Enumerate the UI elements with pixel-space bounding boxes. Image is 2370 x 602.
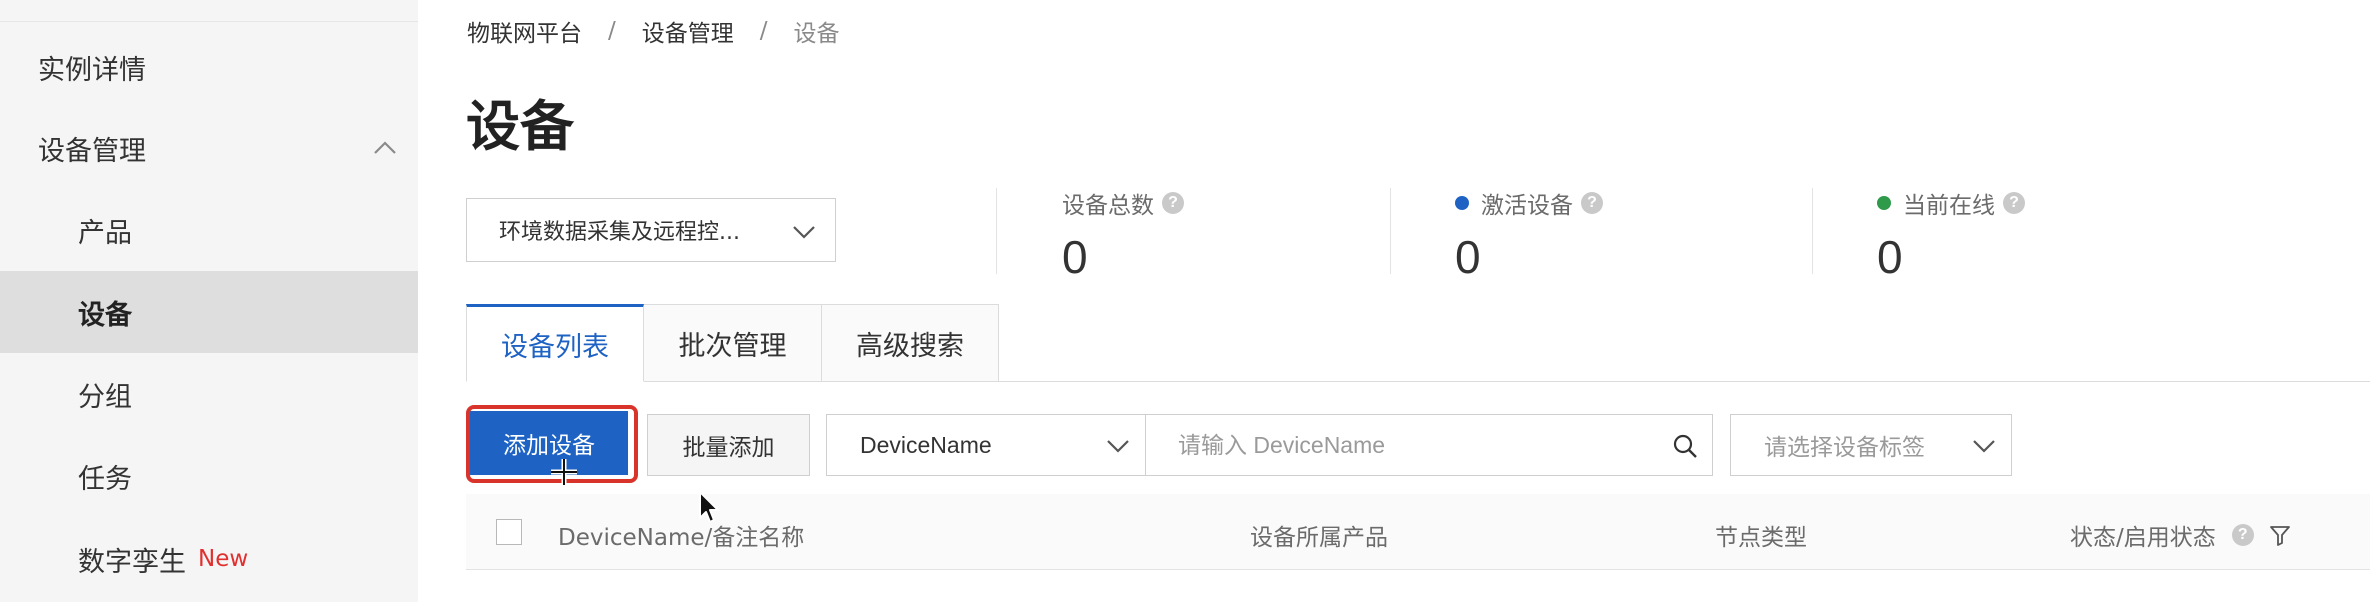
column-header-node-type: 节点类型 [1715,525,1807,551]
stat-online-devices: 当前在线 ? 0 [1877,186,2025,284]
new-badge: New [198,546,249,572]
sidebar-item-label: 实例详情 [38,54,146,86]
table-header: DeviceName/备注名称 设备所属产品 节点类型 状态/启用状态 ? [466,494,2370,570]
stat-activated-devices: 激活设备 ? 0 [1455,186,1603,284]
stat-total-devices: 设备总数 ? 0 [1062,186,1184,284]
stat-label: 设备总数 [1062,193,1154,219]
chevron-down-icon [793,226,815,239]
sidebar-top-divider [0,0,418,22]
stat-divider [996,188,997,274]
help-icon[interactable]: ? [1581,192,1603,214]
breadcrumb: 物联网平台 / 设备管理 / 设备 [467,14,840,48]
product-select-value: 环境数据采集及远程控... [499,220,740,245]
chevron-down-icon [1107,440,1129,453]
stat-label: 当前在线 [1903,193,1995,219]
batch-add-button[interactable]: 批量添加 [647,414,810,476]
sidebar-item-label: 设备 [78,299,132,331]
breadcrumb-separator: / [759,18,768,44]
tag-select-placeholder: 请选择设备标签 [1764,435,1925,461]
sidebar-item-groups[interactable]: 分组 [0,353,418,435]
tab-batch-management[interactable]: 批次管理 [644,304,822,382]
breadcrumb-item-device-management[interactable]: 设备管理 [642,14,734,48]
help-icon[interactable]: ? [1162,192,1184,214]
sidebar: 实例详情 设备管理 产品 设备 分组 任务 数字孪生 New [0,0,418,602]
arrow-cursor-icon [699,491,719,523]
sidebar-item-instance-details[interactable]: 实例详情 [0,26,418,108]
search-field-value: DeviceName [860,431,992,458]
search-box [1145,414,1713,476]
breadcrumb-item-iot-platform[interactable]: 物联网平台 [467,14,582,48]
chevron-down-icon [1973,440,1995,453]
tab-advanced-search[interactable]: 高级搜索 [822,304,999,382]
column-header-status: 状态/启用状态 ? [2070,518,2292,552]
tabs: 设备列表 批次管理 高级搜索 [466,304,999,382]
sidebar-item-label: 分组 [78,381,132,413]
help-icon[interactable]: ? [2003,192,2025,214]
crosshair-cursor-icon [551,459,577,485]
search-input[interactable] [1146,415,1646,475]
stat-value: 0 [1455,231,1481,283]
status-dot-icon [1877,196,1891,210]
stat-label: 激活设备 [1481,193,1573,219]
search-icon[interactable] [1672,433,1698,459]
device-tag-select[interactable]: 请选择设备标签 [1730,414,2012,476]
sidebar-item-device-management[interactable]: 设备管理 [0,107,418,189]
filter-icon[interactable] [2268,523,2292,547]
sidebar-item-tasks[interactable]: 任务 [0,435,418,517]
stat-divider [1812,188,1813,274]
stat-value: 0 [1062,231,1088,283]
product-select[interactable]: 环境数据采集及远程控... [466,198,836,262]
sidebar-item-digital-twin[interactable]: 数字孪生 New [0,518,418,600]
column-header-label: 状态/启用状态 [2070,525,2216,551]
stat-value: 0 [1877,231,1903,283]
search-field-select[interactable]: DeviceName [826,414,1146,476]
status-dot-icon [1455,196,1469,210]
chevron-up-icon[interactable] [372,135,398,161]
stat-divider [1390,188,1391,274]
column-header-product: 设备所属产品 [1250,525,1388,551]
tab-device-list[interactable]: 设备列表 [466,304,644,382]
tab-label: 高级搜索 [856,330,964,362]
sidebar-item-label: 设备管理 [38,135,146,167]
help-icon[interactable]: ? [2231,524,2254,546]
tab-label: 批次管理 [678,330,787,362]
page-title: 设备 [466,95,574,158]
sidebar-item-devices[interactable]: 设备 [0,271,418,353]
tab-label: 设备列表 [501,331,609,363]
sidebar-item-products[interactable]: 产品 [0,189,418,271]
sidebar-item-label: 数字孪生 [78,546,186,578]
column-header-devicename: DeviceName/备注名称 [558,525,805,551]
sidebar-item-label: 产品 [78,217,132,249]
select-all-checkbox[interactable] [496,519,522,545]
breadcrumb-separator: / [608,18,616,44]
breadcrumb-item-current: 设备 [793,21,840,47]
sidebar-item-label: 任务 [78,463,132,495]
